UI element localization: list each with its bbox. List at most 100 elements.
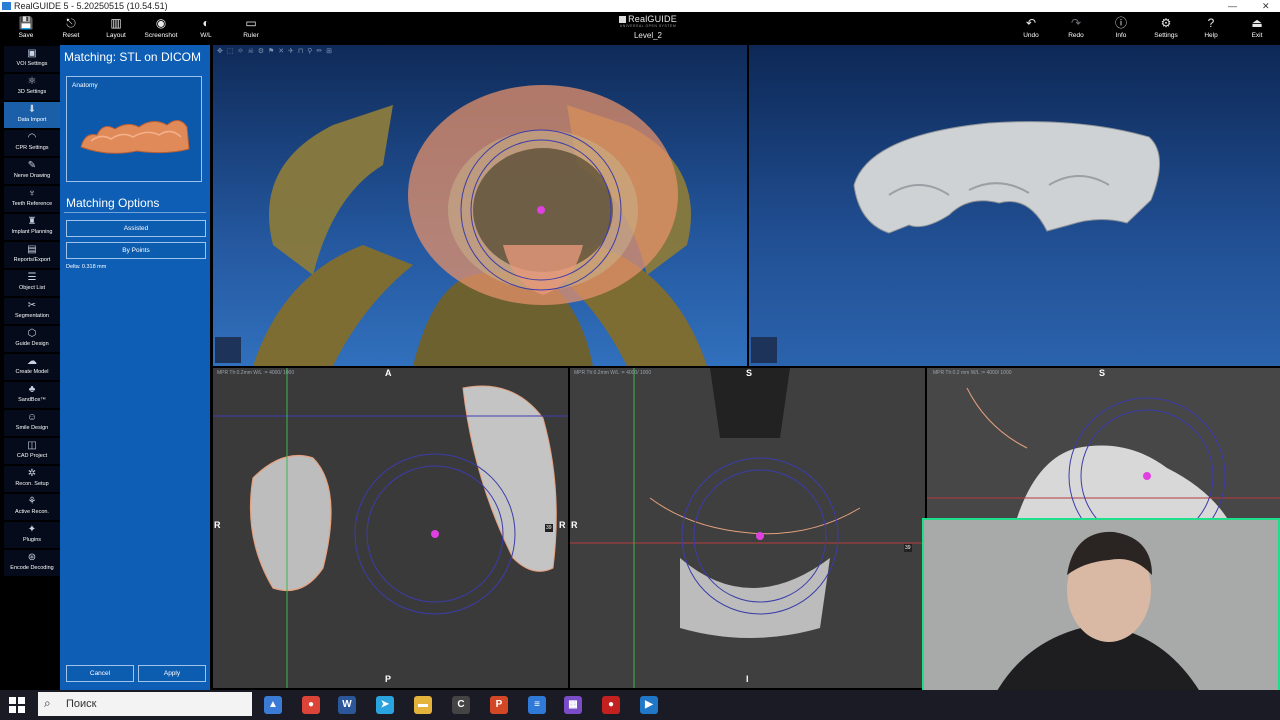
nav-item-guide-design[interactable]: ⬡ Guide Design	[4, 326, 60, 352]
segmentation-icon: ✂	[27, 300, 37, 311]
nav-item-label: Segmentation	[15, 313, 49, 319]
nav-item-smile-design[interactable]: ☺ Smile Design	[4, 410, 60, 436]
windows-start-icon[interactable]	[8, 696, 26, 714]
nav-item-3d-settings[interactable]: ⚛ 3D Settings	[4, 74, 60, 100]
telegram-icon[interactable]: ➤	[376, 696, 394, 714]
word-icon[interactable]: W	[338, 696, 356, 714]
info-button[interactable]: ⓘ Info	[1099, 14, 1143, 44]
nav-item-label: Active Recon.	[15, 509, 49, 515]
toolbar-label: Exit	[1251, 32, 1263, 39]
nav-item-label: Teeth Reference	[11, 201, 53, 207]
nav-item-reports-export[interactable]: ▤ Reports/Export	[4, 242, 60, 268]
stl-model-render	[853, 121, 1160, 234]
reset-icon: ⎋	[66, 16, 76, 30]
presenter-video	[924, 520, 1278, 718]
viewport-stl[interactable]	[749, 45, 1280, 366]
viewport-sagittal[interactable]: MPR Th:0.2 mm W/L := 4000/ 1000 S	[927, 368, 1280, 518]
panel-title: Matching: STL on DICOM	[64, 50, 201, 64]
w-l-button[interactable]: ◐ W/L	[184, 14, 228, 44]
window-titlebar: RealGUIDE 5 - 5.20250515 (10.54.51) — ✕	[0, 0, 1280, 12]
nav-item-active-recon[interactable]: ⚘ Active Recon.	[4, 494, 60, 520]
settings-button[interactable]: ⚙ Settings	[1144, 14, 1188, 44]
reset-button[interactable]: ⎋ Reset	[49, 14, 93, 44]
nav-item-label: Object List	[19, 285, 45, 291]
nav-item-label: SandBox™	[18, 397, 46, 403]
sagittal-slice	[927, 387, 1280, 518]
3d-orientation-icon[interactable]	[215, 337, 241, 363]
redo-icon: ↷	[1070, 16, 1082, 30]
close-icon[interactable]: ✕	[1262, 0, 1270, 12]
media-icon[interactable]: ▶	[640, 696, 658, 714]
help-icon: ?	[1207, 16, 1215, 30]
nav-item-cpr-settings[interactable]: ◠ CPR Settings	[4, 130, 60, 156]
save-icon: 💾	[18, 16, 34, 30]
ruler-button[interactable]: ▭ Ruler	[229, 14, 273, 44]
nav-item-recon-setup[interactable]: ✲ Recon. Setup	[4, 466, 60, 492]
active-recon-icon: ⚘	[27, 496, 37, 507]
minimize-icon[interactable]: —	[1228, 0, 1237, 12]
toolbar-label: Ruler	[243, 32, 259, 39]
assisted-button[interactable]: Assisted	[66, 220, 206, 237]
nav-item-sandbox[interactable]: ♣ SandBox™	[4, 382, 60, 408]
record-icon[interactable]: ●	[602, 696, 620, 714]
clapper-icon[interactable]: ▦	[564, 696, 582, 714]
nav-item-nerve-drawing[interactable]: ✎ Nerve Drawing	[4, 158, 60, 184]
nav-item-label: Reports/Export	[13, 257, 51, 263]
chrome-icon[interactable]: ●	[302, 696, 320, 714]
voi-icon: ▣	[27, 48, 37, 59]
nav-item-label: VOI Settings	[16, 61, 48, 67]
exit-button[interactable]: ⏏ Exit	[1235, 14, 1279, 44]
gear-icon: ⚙	[1160, 16, 1172, 30]
by-points-button[interactable]: By Points	[66, 242, 206, 259]
3d-settings-icon: ⚛	[27, 76, 37, 87]
toolbar-label: Settings	[1154, 32, 1178, 39]
explorer-icon[interactable]: ▲	[264, 696, 282, 714]
toolbar-label: Reset	[62, 32, 80, 39]
realguide-icon[interactable]: ≡	[528, 696, 546, 714]
folder-icon[interactable]: ▬	[414, 696, 432, 714]
nav-item-implant-planning[interactable]: ♜ Implant Planning	[4, 214, 60, 240]
smile-icon: ☺	[26, 412, 38, 423]
viewport-axial[interactable]: MPR Th:0.2mm W/L := 4000/ 1000 A P R R 3…	[213, 368, 568, 688]
axial-orient-left: R	[214, 520, 221, 530]
powerpoint-icon[interactable]: P	[490, 696, 508, 714]
cpr-icon: ◠	[27, 132, 37, 143]
brand-subtitle: UNIVERSAL OPEN SYSTEM	[619, 24, 677, 28]
nav-item-label: Implant Planning	[11, 229, 53, 235]
nav-item-teeth-reference[interactable]: ♆ Teeth Reference	[4, 186, 60, 212]
toolbar-label: Screenshot	[144, 32, 178, 39]
cancel-button[interactable]: Cancel	[66, 665, 134, 682]
nav-item-label: CPR Settings	[15, 145, 49, 151]
nav-item-segmentation[interactable]: ✂ Segmentation	[4, 298, 60, 324]
help-button[interactable]: ? Help	[1189, 14, 1233, 44]
brand-mark-icon	[619, 16, 627, 24]
nav-item-encode-decoding[interactable]: ⊛ Encode Decoding	[4, 550, 60, 576]
nav-item-object-list[interactable]: ☰ Object List	[4, 270, 60, 296]
nav-item-plugins[interactable]: ✦ Plugins	[4, 522, 60, 548]
implant-icon: ♜	[27, 216, 37, 227]
viewport-coronal[interactable]: MPR Th:0.2mm W/L := 4000/ 1000 S I R 39	[570, 368, 925, 688]
window-title: RealGUIDE 5 - 5.20250515 (10.54.51)	[14, 1, 168, 11]
save-button[interactable]: 💾 Save	[4, 14, 48, 44]
undo-button[interactable]: ↶ Undo	[1009, 14, 1053, 44]
axial-orient-top: A	[385, 368, 392, 378]
stl-orientation-icon[interactable]	[751, 337, 777, 363]
nav-item-label: Recon. Setup	[15, 481, 49, 487]
anatomy-card[interactable]	[66, 76, 202, 182]
nav-item-cad-project[interactable]: ◫ CAD Project	[4, 438, 60, 464]
nav-item-data-import[interactable]: ⬇ Data Import	[4, 102, 60, 128]
nav-item-label: Guide Design	[15, 341, 49, 347]
nav-item-create-model[interactable]: ☁ Create Model	[4, 354, 60, 380]
screenshot-button[interactable]: ◉ Screenshot	[139, 14, 183, 44]
app-c-icon[interactable]: C	[452, 696, 470, 714]
redo-button[interactable]: ↷ Redo	[1054, 14, 1098, 44]
axial-orient-bottom: P	[385, 674, 392, 684]
nav-item-voi-settings[interactable]: ▣ VOI Settings	[4, 46, 60, 72]
list-icon: ☰	[27, 272, 37, 283]
tooth-icon: ♆	[28, 188, 36, 199]
divider	[64, 212, 206, 213]
layout-button[interactable]: ▥ Layout	[94, 14, 138, 44]
apply-button[interactable]: Apply	[138, 665, 206, 682]
viewport-3d[interactable]: ✥ ⬚ ⚛ ☠ ⚙ ⚑ ✕ ✈ ⊓ ⚲ ✏ ⊞	[213, 45, 747, 366]
window-level-icon: ◐	[202, 16, 210, 30]
